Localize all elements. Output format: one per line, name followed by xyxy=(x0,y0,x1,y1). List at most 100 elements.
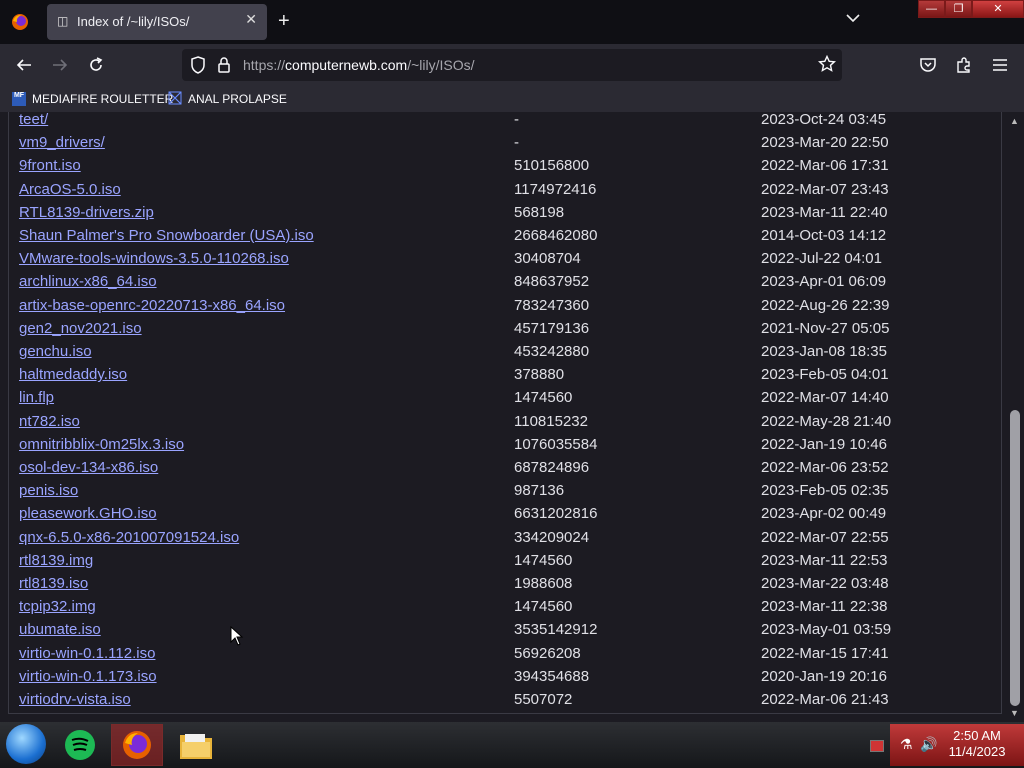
mediafire-icon: MF xyxy=(12,92,26,106)
file-link[interactable]: virtiodrv-vista.iso xyxy=(19,691,131,708)
file-size: 2668462080 xyxy=(514,227,598,244)
start-button[interactable] xyxy=(6,724,46,764)
file-date: 2021-Nov-27 05:05 xyxy=(761,319,890,337)
file-link[interactable]: virtio-win-0.1.112.iso xyxy=(19,645,155,662)
scrollbar-thumb[interactable] xyxy=(1010,410,1020,706)
bookmark-label: ANAL PROLAPSE xyxy=(188,92,287,106)
pocket-icon[interactable] xyxy=(917,54,939,76)
file-link[interactable]: genchu.iso xyxy=(19,343,92,360)
file-size: 510156800 xyxy=(514,157,590,175)
url-bar[interactable]: https://computernewb.com/~lily/ISOs/ xyxy=(182,49,842,81)
file-size: 110815232 xyxy=(514,412,588,430)
taskbar-file-explorer[interactable] xyxy=(170,724,222,766)
file-link[interactable]: rtl8139.img xyxy=(19,552,93,569)
file-link[interactable]: ArcaOS-5.0.iso xyxy=(19,181,121,198)
table-row: omnitribblix-0m25lx.3.iso 1076035584 2022-… xyxy=(9,436,999,458)
file-link[interactable]: pleasework.GHO.iso xyxy=(19,505,157,522)
bookmark-second[interactable]: ANAL PROLAPSE xyxy=(168,90,287,108)
file-link[interactable]: penis.iso xyxy=(19,482,78,499)
clock-time: 2:50 AM xyxy=(953,728,1001,743)
firefox-view-icon[interactable] xyxy=(8,10,32,34)
clock[interactable]: 2:50 AM 11/4/2023 xyxy=(932,728,1022,760)
file-link[interactable]: nt782.iso xyxy=(19,413,80,430)
file-link[interactable]: vm9_drivers/ xyxy=(19,134,105,151)
table-row: artix-base-openrc-20220713-x86_64.iso 783… xyxy=(9,297,999,319)
table-row: rtl8139.iso 1988608 2023-Mar-22 03:48 xyxy=(9,575,999,597)
scroll-up-icon[interactable]: ▲ xyxy=(1010,116,1019,126)
file-date: 2023-Jan-08 18:35 xyxy=(761,343,887,360)
maximize-button[interactable]: ❐ xyxy=(945,0,972,18)
table-row: gen2_nov2021.iso 457179136 2021-Nov-27 05:… xyxy=(9,320,999,342)
file-link[interactable]: RTL8139-drivers.zip xyxy=(19,204,154,221)
tab-active[interactable]: ◫ Index of /~lily/ISOs/ ✕ xyxy=(47,4,267,40)
table-row: genchu.iso 453242880 2023-Jan-08 18:35 xyxy=(9,343,999,365)
bookmark-star-icon[interactable] xyxy=(817,54,837,78)
file-date: 2022-Jul-22 04:01 xyxy=(761,250,882,268)
taskbar-spotify[interactable] xyxy=(54,724,106,766)
tab-bar: ◫ Index of /~lily/ISOs/ ✕ + — ❐ ✕ xyxy=(0,0,1024,44)
table-row: ArcaOS-5.0.iso 1174972416 2022-Mar-07 23:4… xyxy=(9,181,999,203)
menu-icon[interactable] xyxy=(989,54,1011,76)
tray-flag-icon[interactable] xyxy=(870,740,884,752)
table-row: VMware-tools-windows-3.5.0-110268.iso 304… xyxy=(9,250,999,272)
file-size: - xyxy=(514,134,519,152)
file-size: 5507072 xyxy=(514,691,573,708)
file-link[interactable]: teet/ xyxy=(19,112,48,128)
file-date: 2022-Mar-07 22:55 xyxy=(761,528,889,546)
file-size: 1174972416 xyxy=(514,180,597,198)
reload-icon[interactable] xyxy=(85,54,107,76)
file-link[interactable]: virtio-win-0.1.173.iso xyxy=(19,668,157,685)
taskbar-firefox[interactable] xyxy=(111,724,163,766)
file-link[interactable]: gen2_nov2021.iso xyxy=(19,320,142,337)
bookmark-label: MEDIAFIRE ROULETTER xyxy=(32,92,174,106)
bookmark-mediafire[interactable]: MF MEDIAFIRE ROULETTER xyxy=(12,90,173,108)
table-row: pleasework.GHO.iso 6631202816 2023-Apr-02 … xyxy=(9,505,999,527)
page-scrollbar[interactable]: ▲ ▼ xyxy=(1006,112,1024,722)
close-window-button[interactable]: ✕ xyxy=(972,0,1024,18)
minimize-button[interactable]: — xyxy=(918,0,945,18)
bookmarks-toolbar: MF MEDIAFIRE ROULETTER ANAL PROLAPSE xyxy=(0,86,1024,112)
system-tray: ⚗ 🔊 2:50 AM 11/4/2023 xyxy=(890,724,1024,766)
chevron-down-icon[interactable] xyxy=(846,10,860,28)
file-date: 2014-Oct-03 14:12 xyxy=(761,227,887,244)
tab-title: Index of /~lily/ISOs/ xyxy=(77,14,190,29)
file-link[interactable]: archlinux-x86_64.iso xyxy=(19,273,157,290)
close-tab-icon[interactable]: ✕ xyxy=(245,11,257,28)
file-size: 1474560 xyxy=(514,598,573,616)
file-size: 1474560 xyxy=(514,389,573,407)
file-link[interactable]: lin.flp xyxy=(19,389,54,406)
file-date: 2022-Mar-15 17:41 xyxy=(761,644,889,662)
file-link[interactable]: omnitribblix-0m25lx.3.iso xyxy=(19,436,184,453)
forward-icon[interactable] xyxy=(49,54,71,76)
table-row: 9front.iso 510156800 2022-Mar-06 17:31 xyxy=(9,157,999,179)
window-controls: — ❐ ✕ xyxy=(918,0,1024,18)
file-link[interactable]: haltmedaddy.iso xyxy=(19,366,127,383)
lock-icon[interactable] xyxy=(217,56,231,79)
file-size: 848637952 xyxy=(514,273,590,291)
file-date: 2023-Oct-24 03:45 xyxy=(761,112,887,128)
table-row: penis.iso 987136 2023-Feb-05 02:35 xyxy=(9,482,999,504)
file-link[interactable]: rtl8139.iso xyxy=(19,575,88,592)
extensions-icon[interactable] xyxy=(953,54,975,76)
file-size: 56926208 xyxy=(514,644,581,662)
file-link[interactable]: tcpip32.img xyxy=(19,598,96,615)
clock-date: 11/4/2023 xyxy=(948,744,1006,759)
file-link[interactable]: qnx-6.5.0-x86-201007091524.iso xyxy=(19,529,239,546)
table-row: rtl8139.img 1474560 2023-Mar-11 22:53 xyxy=(9,552,999,574)
file-link[interactable]: 9front.iso xyxy=(19,157,81,174)
file-link[interactable]: artix-base-openrc-20220713-x86_64.iso xyxy=(19,297,285,314)
file-link[interactable]: Shaun Palmer's Pro Snowboarder (USA).iso xyxy=(19,227,314,244)
scroll-down-icon[interactable]: ▼ xyxy=(1010,708,1019,718)
back-icon[interactable] xyxy=(13,54,35,76)
network-icon[interactable]: ⚗ xyxy=(900,736,913,753)
file-date: 2023-Mar-11 22:53 xyxy=(761,551,888,569)
file-link[interactable]: ubumate.iso xyxy=(19,621,101,638)
file-link[interactable]: VMware-tools-windows-3.5.0-110268.iso xyxy=(19,250,289,267)
file-date: 2023-Mar-11 22:38 xyxy=(761,598,888,616)
table-row: osol-dev-134-x86.iso 687824896 2022-Mar-06… xyxy=(9,459,999,481)
tracking-protection-icon[interactable] xyxy=(190,56,206,79)
new-tab-icon[interactable]: + xyxy=(278,10,290,32)
file-size: 394354688 xyxy=(514,667,590,685)
file-link[interactable]: osol-dev-134-x86.iso xyxy=(19,459,158,476)
file-size: 378880 xyxy=(514,366,565,384)
